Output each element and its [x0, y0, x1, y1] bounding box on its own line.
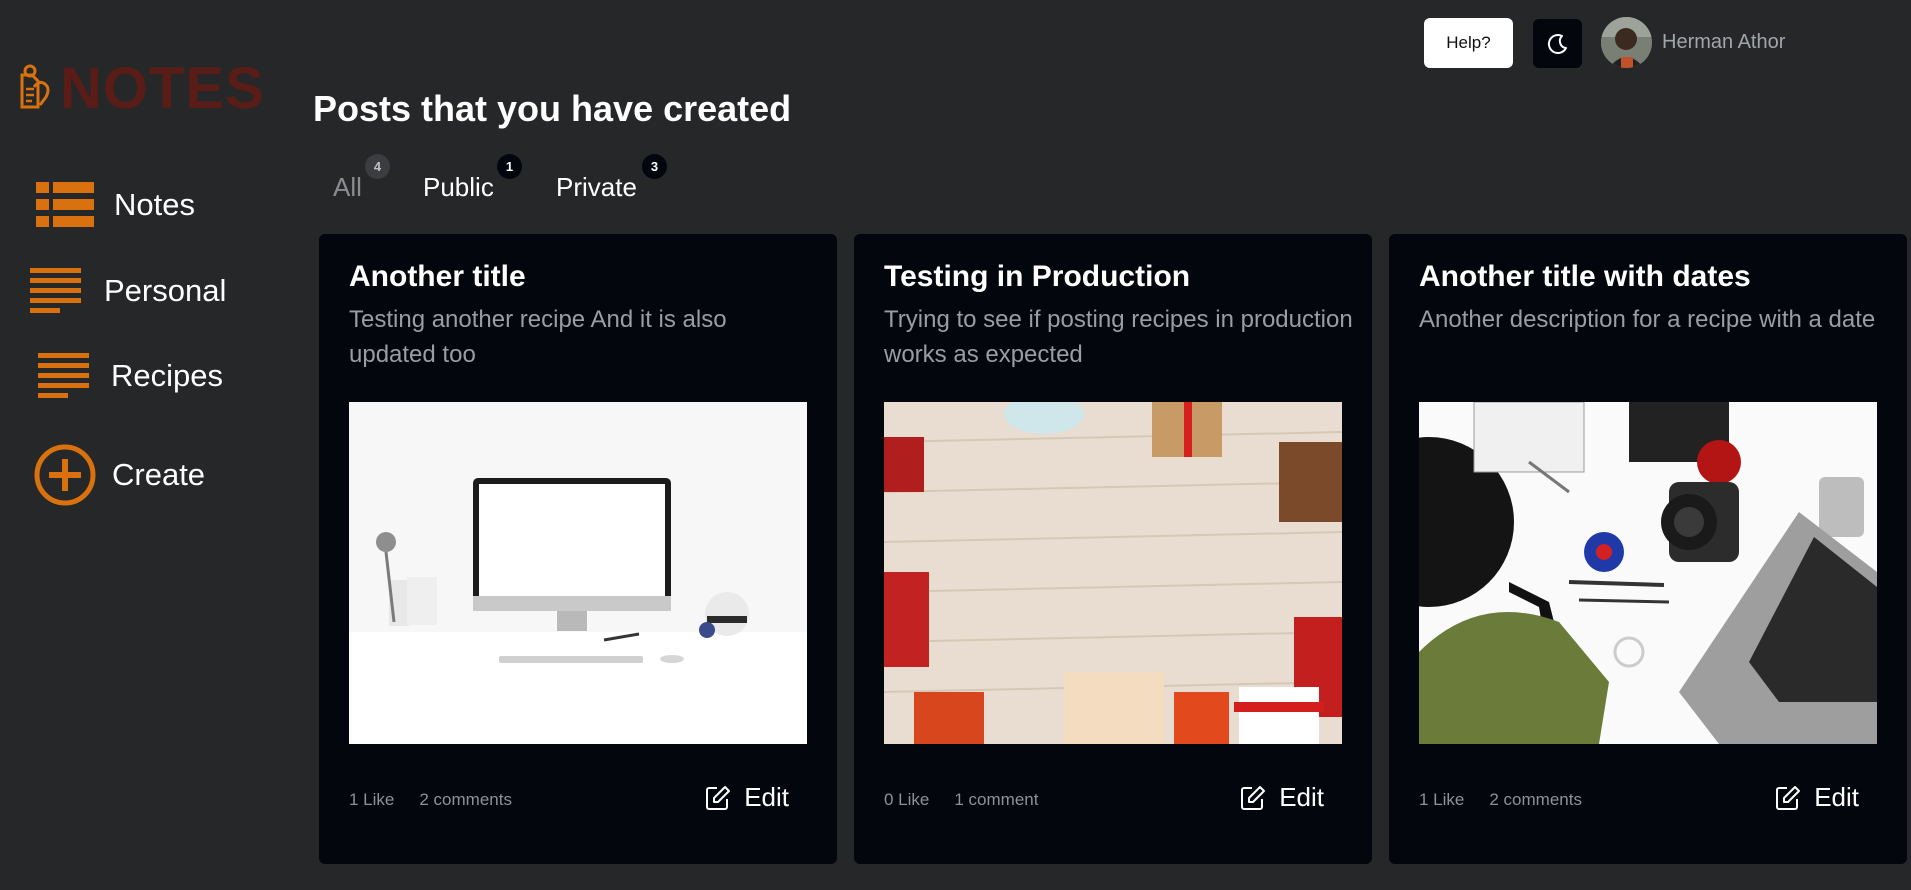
tab-all[interactable]: All 4 — [333, 154, 390, 203]
card-stats: 0 Like 1 comment — [884, 790, 1038, 810]
note-hand-icon — [20, 64, 50, 109]
desk-computer-image — [349, 402, 807, 744]
tab-private[interactable]: Private 3 — [556, 154, 667, 203]
card-description: Testing another recipe And it is also up… — [349, 306, 727, 368]
edit-icon — [1241, 785, 1266, 810]
comments-count: 2 comments — [419, 790, 512, 809]
sidebar-item-personal[interactable]: Personal — [30, 268, 226, 314]
edit-icon — [1776, 785, 1801, 810]
sidebar-item-label: Create — [112, 457, 206, 492]
lines-icon — [30, 268, 81, 313]
edit-label: Edit — [744, 782, 789, 812]
card-stats: 1 Like 2 comments — [349, 790, 512, 810]
tab-count-badge: 4 — [365, 154, 390, 179]
likes-count: 1 Like — [1419, 790, 1465, 809]
app-logo[interactable]: NOTES — [16, 60, 265, 118]
page-title: Posts that you have created — [313, 88, 792, 129]
post-card[interactable]: Another title Testing another recipe And… — [319, 234, 837, 864]
tab-public[interactable]: Public 1 — [423, 154, 522, 203]
post-card[interactable]: Testing in Production Trying to see if p… — [854, 234, 1372, 864]
card-title: Testing in Production — [884, 260, 1191, 293]
sidebar-item-create[interactable]: Create — [34, 444, 205, 506]
logo-text: NOTES — [60, 56, 265, 121]
flatlay-camera-image — [1419, 402, 1877, 744]
tab-count-badge: 1 — [497, 154, 522, 179]
moon-icon — [1547, 33, 1567, 54]
card-stats: 1 Like 2 comments — [1419, 790, 1582, 810]
post-card[interactable]: Another title with dates Another descrip… — [1389, 234, 1907, 864]
sidebar-item-label: Notes — [114, 187, 195, 222]
theme-toggle-button[interactable] — [1533, 19, 1582, 68]
edit-button[interactable]: Edit — [1239, 782, 1324, 813]
tab-label: Private — [556, 172, 637, 202]
edit-icon — [706, 785, 731, 810]
sidebar-item-recipes[interactable]: Recipes — [38, 353, 223, 399]
lines-icon — [38, 353, 89, 398]
sidebar-item-label: Personal — [104, 273, 227, 308]
card-title: Another title with dates — [1419, 260, 1751, 293]
tab-label: Public — [423, 172, 494, 202]
avatar — [1601, 17, 1652, 68]
tab-label: All — [333, 172, 362, 202]
sidebar-item-label: Recipes — [111, 358, 223, 393]
edit-label: Edit — [1814, 782, 1859, 812]
user-menu[interactable]: Herman Athor — [1601, 17, 1785, 68]
sidebar-item-notes[interactable]: Notes — [36, 182, 195, 228]
likes-count: 0 Like — [884, 790, 930, 809]
tab-count-badge: 3 — [642, 154, 667, 179]
gift-boxes-image — [884, 402, 1342, 744]
help-button[interactable]: Help? — [1424, 18, 1513, 68]
card-title: Another title — [349, 260, 526, 293]
user-name: Herman Athor — [1662, 31, 1786, 53]
card-description: Trying to see if posting recipes in prod… — [884, 306, 1353, 368]
card-description: Another description for a recipe with a … — [1419, 306, 1876, 333]
list-icon — [36, 182, 94, 227]
comments-count: 1 comment — [954, 790, 1039, 809]
plus-circle-icon — [34, 444, 96, 506]
likes-count: 1 Like — [349, 790, 395, 809]
edit-button[interactable]: Edit — [1774, 782, 1859, 813]
edit-button[interactable]: Edit — [704, 782, 789, 813]
comments-count: 2 comments — [1489, 790, 1582, 809]
edit-label: Edit — [1279, 782, 1324, 812]
